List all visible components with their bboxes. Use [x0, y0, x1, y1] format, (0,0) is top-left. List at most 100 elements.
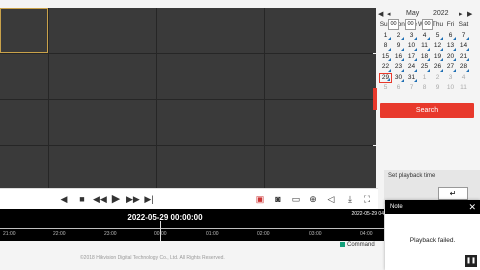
- calendar-day[interactable]: 4: [457, 73, 470, 84]
- calendar-day[interactable]: 5: [379, 83, 392, 94]
- calendar-day[interactable]: 11: [457, 83, 470, 94]
- next-month-icon[interactable]: ▸: [459, 10, 463, 18]
- video-window[interactable]: [49, 54, 156, 99]
- go-button[interactable]: ↵: [438, 187, 468, 200]
- video-window[interactable]: [157, 100, 264, 145]
- video-window[interactable]: [0, 54, 48, 99]
- video-window[interactable]: [157, 146, 264, 191]
- calendar-day[interactable]: 1: [418, 73, 431, 84]
- note-header: Note ✕: [385, 200, 480, 214]
- stop-icon[interactable]: ■: [76, 192, 88, 206]
- timeline-tick: 01:00: [206, 231, 219, 237]
- zoom-icon[interactable]: ⊕: [307, 192, 319, 206]
- video-window[interactable]: [157, 54, 264, 99]
- film-icon[interactable]: ▭: [290, 192, 302, 206]
- video-window[interactable]: [157, 8, 264, 53]
- pause-icon[interactable]: ❚❚: [465, 255, 477, 267]
- calendar-year[interactable]: 2022: [433, 10, 449, 17]
- video-window[interactable]: [49, 100, 156, 145]
- note-message: Playback failed.: [409, 237, 456, 244]
- calendar-day[interactable]: 13: [444, 41, 457, 52]
- calendar-day[interactable]: 23: [392, 62, 405, 73]
- calendar-day[interactable]: 29: [379, 72, 392, 83]
- download-icon[interactable]: ⤓: [344, 192, 356, 206]
- calendar-day[interactable]: 1: [379, 31, 392, 42]
- calendar-day[interactable]: 3: [405, 31, 418, 42]
- calendar-day[interactable]: 22: [379, 62, 392, 73]
- note-dialog: Note ✕ Playback failed. ❚❚: [385, 200, 480, 270]
- calendar-day[interactable]: 28: [457, 62, 470, 73]
- frame-icon[interactable]: ▶|: [143, 192, 155, 206]
- record-clip-icon[interactable]: ▣: [254, 192, 266, 206]
- calendar-day[interactable]: 7: [405, 83, 418, 94]
- calendar-day[interactable]: 14: [457, 41, 470, 52]
- video-window[interactable]: [49, 8, 156, 53]
- camera-icon[interactable]: ◙: [272, 192, 284, 206]
- calendar-day[interactable]: 2: [431, 73, 444, 84]
- video-window[interactable]: [265, 100, 376, 145]
- calendar-day[interactable]: 12: [431, 41, 444, 52]
- calendar-day[interactable]: 11: [418, 41, 431, 52]
- video-window[interactable]: [265, 146, 376, 191]
- calendar-month[interactable]: May: [406, 10, 419, 17]
- prev-year-icon[interactable]: ◀: [378, 10, 383, 18]
- timeline-edge-time: 2022-05-29 04: [351, 211, 384, 217]
- video-window[interactable]: [0, 146, 48, 191]
- calendar-day[interactable]: 6: [392, 83, 405, 94]
- calendar-day[interactable]: 9: [392, 41, 405, 52]
- calendar-day[interactable]: 27: [444, 62, 457, 73]
- play-icon[interactable]: ▶: [110, 192, 122, 206]
- search-button[interactable]: Search: [380, 103, 474, 118]
- playback-time-title: Set playback time: [388, 173, 436, 179]
- timeline-track[interactable]: [0, 228, 384, 229]
- video-window[interactable]: [265, 8, 376, 53]
- second-input[interactable]: 00: [422, 19, 433, 30]
- calendar-day[interactable]: 8: [418, 83, 431, 94]
- calendar-day[interactable]: 9: [431, 83, 444, 94]
- minute-input[interactable]: 00: [405, 19, 416, 30]
- calendar-day[interactable]: 7: [457, 31, 470, 42]
- calendar-day[interactable]: 18: [418, 52, 431, 63]
- calendar-day[interactable]: 24: [405, 62, 418, 73]
- timeline-current-time: 2022-05-29 00:00:00: [127, 213, 203, 222]
- timeline-tick: 03:00: [309, 231, 322, 237]
- calendar-day[interactable]: 16: [392, 52, 405, 63]
- calendar-day[interactable]: 25: [418, 62, 431, 73]
- audio-icon[interactable]: ◁: [325, 192, 337, 206]
- calendar-day[interactable]: 4: [418, 31, 431, 42]
- calendar-day[interactable]: 31: [405, 73, 418, 84]
- video-window[interactable]: [0, 8, 48, 53]
- calendar-day[interactable]: 2: [392, 31, 405, 42]
- video-window[interactable]: [265, 54, 376, 99]
- calendar-day[interactable]: 5: [431, 31, 444, 42]
- timeline-tick: 21:00: [3, 231, 16, 237]
- calendar-day[interactable]: 19: [431, 52, 444, 63]
- calendar-day[interactable]: 8: [379, 41, 392, 52]
- calendar-day[interactable]: 26: [431, 62, 444, 73]
- video-window[interactable]: [0, 100, 48, 145]
- calendar-day[interactable]: 17: [405, 52, 418, 63]
- timeline-bar[interactable]: 2022-05-29 00:00:00 2022-05-29 04 21:00 …: [0, 209, 384, 241]
- calendar-day[interactable]: 30: [392, 73, 405, 84]
- hour-input[interactable]: 00: [388, 19, 399, 30]
- next-year-icon[interactable]: ▶: [467, 10, 472, 18]
- copyright-footer: ©2018 Hikvision Digital Technology Co., …: [80, 255, 225, 261]
- close-icon[interactable]: ✕: [468, 200, 476, 214]
- video-window-grid[interactable]: [0, 8, 376, 191]
- calendar-day[interactable]: 10: [405, 41, 418, 52]
- prev-month-icon[interactable]: ◂: [387, 10, 391, 18]
- speed-up-icon[interactable]: ▶▶: [126, 192, 140, 206]
- playback-toolbar: ◀ ■ ◀◀ ▶ ▶▶ ▶| ▣ ◙ ▭ ⊕ ◁ ⤓ ⛶: [0, 188, 378, 209]
- stop-all-icon[interactable]: ◀: [58, 192, 70, 206]
- calendar-day[interactable]: 6: [444, 31, 457, 42]
- video-window[interactable]: [49, 146, 156, 191]
- collapse-panel-handle[interactable]: [373, 88, 377, 110]
- calendar-day[interactable]: 10: [444, 83, 457, 94]
- slow-down-icon[interactable]: ◀◀: [93, 192, 107, 206]
- timeline-tick: 23:00: [104, 231, 117, 237]
- calendar-day[interactable]: 15: [379, 52, 392, 63]
- calendar-day[interactable]: 20: [444, 52, 457, 63]
- fullscreen-icon[interactable]: ⛶: [361, 192, 373, 206]
- calendar-day[interactable]: 21: [457, 52, 470, 63]
- calendar-day[interactable]: 3: [444, 73, 457, 84]
